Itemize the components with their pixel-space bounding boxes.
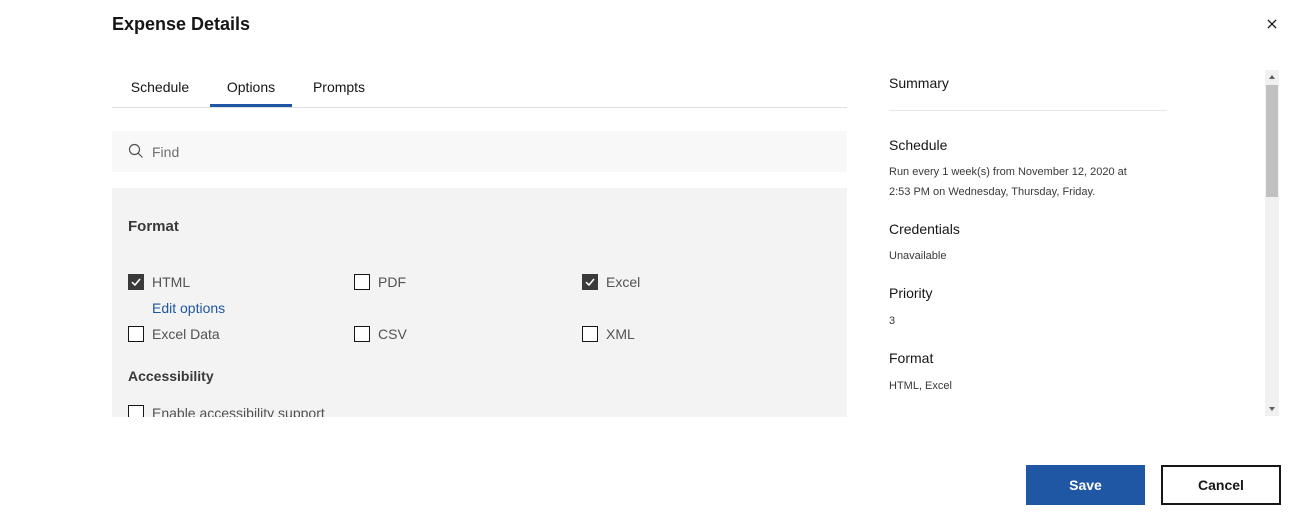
summary-credentials-label: Credentials: [889, 221, 960, 237]
accessibility-label: Enable accessibility support: [152, 405, 325, 417]
summary-format-label: Format: [889, 350, 934, 366]
scroll-down-button[interactable]: [1265, 402, 1279, 416]
scroll-thumb[interactable]: [1266, 85, 1278, 197]
pdf-label: PDF: [378, 274, 406, 290]
tab-options[interactable]: Options: [210, 70, 292, 107]
cancel-button[interactable]: Cancel: [1161, 465, 1281, 505]
html-label: HTML: [152, 274, 191, 290]
find-field[interactable]: [112, 131, 847, 172]
excel-label: Excel: [606, 274, 641, 290]
xml-checkbox[interactable]: [582, 326, 598, 342]
accessibility-option[interactable]: Enable accessibility support: [128, 405, 325, 417]
format-option-excel[interactable]: Excel: [582, 274, 640, 290]
format-option-csv[interactable]: CSV: [354, 326, 407, 342]
caret-down-icon: [1269, 407, 1275, 411]
excel-data-label: Excel Data: [152, 326, 220, 342]
caret-up-icon: [1269, 75, 1275, 79]
format-section-title: Format: [128, 218, 179, 235]
summary-heading: Summary: [889, 75, 1167, 111]
summary-scrollbar[interactable]: [1265, 70, 1279, 416]
format-option-excel-data[interactable]: Excel Data: [128, 326, 220, 342]
summary-priority-value: 3: [889, 315, 896, 327]
csv-checkbox[interactable]: [354, 326, 370, 342]
search-icon: [128, 143, 143, 158]
summary-credentials-value: Unavailable: [889, 250, 947, 262]
format-option-pdf[interactable]: PDF: [354, 274, 406, 290]
pdf-checkbox[interactable]: [354, 274, 370, 290]
summary-schedule-label: Schedule: [889, 137, 948, 153]
dialog-title: Expense Details: [112, 14, 251, 34]
summary-priority-label: Priority: [889, 285, 933, 301]
scroll-up-button[interactable]: [1265, 70, 1279, 84]
excel-data-checkbox[interactable]: [128, 326, 144, 342]
accessibility-section-title: Accessibility: [128, 368, 214, 384]
format-option-html[interactable]: HTML: [128, 274, 190, 290]
summary-schedule-line1: Run every 1 week(s) from November 12, 20…: [889, 166, 1127, 178]
csv-label: CSV: [378, 326, 407, 342]
summary-schedule-line2: 2:53 PM on Wednesday, Thursday, Friday.: [889, 186, 1096, 198]
tab-schedule[interactable]: Schedule: [114, 70, 206, 107]
edit-options-link[interactable]: Edit options: [152, 300, 225, 316]
find-input[interactable]: [152, 131, 832, 172]
close-button[interactable]: [1263, 15, 1281, 33]
checkmark-icon: [585, 278, 595, 287]
options-panel: Format HTML PDF Excel Edit options Excel…: [112, 188, 847, 417]
xml-label: XML: [606, 326, 635, 342]
summary-format-value: HTML, Excel: [889, 380, 952, 392]
checkmark-icon: [131, 278, 141, 287]
format-option-xml[interactable]: XML: [582, 326, 635, 342]
html-checkbox[interactable]: [128, 274, 144, 290]
save-button[interactable]: Save: [1026, 465, 1145, 505]
tab-prompts[interactable]: Prompts: [298, 70, 380, 107]
excel-checkbox[interactable]: [582, 274, 598, 290]
accessibility-checkbox[interactable]: [128, 405, 144, 417]
tab-bar: Schedule Options Prompts: [112, 70, 847, 108]
close-icon: [1267, 19, 1277, 29]
